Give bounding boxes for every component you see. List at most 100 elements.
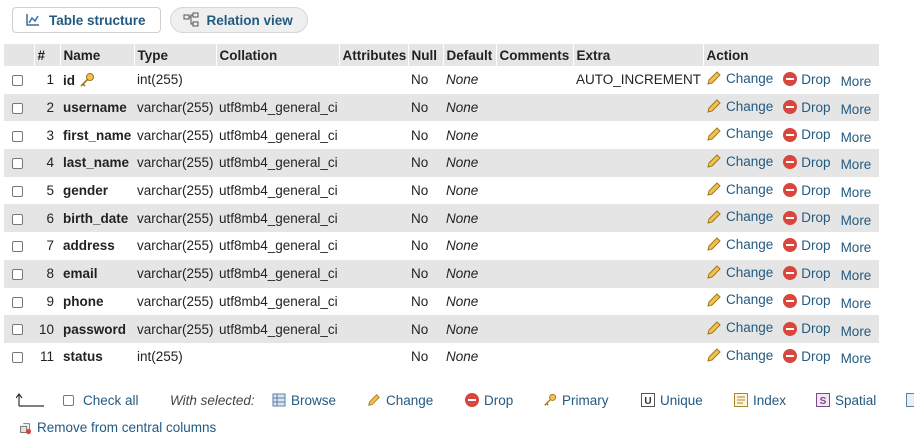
row-checkbox[interactable]: [12, 352, 23, 364]
change-button[interactable]: Change: [706, 320, 773, 336]
row-select[interactable]: [4, 177, 34, 205]
table-row[interactable]: 10 password varchar(255) utf8mb4_general_ci…: [4, 315, 879, 343]
drop-label[interactable]: Drop: [801, 210, 830, 225]
change-label[interactable]: Change: [726, 154, 773, 169]
col-attributes[interactable]: Attributes: [339, 44, 409, 66]
more-label[interactable]: More: [841, 240, 872, 255]
bulk-drop-label[interactable]: Drop: [484, 393, 513, 408]
more-label[interactable]: More: [841, 157, 872, 172]
col-type[interactable]: Type: [134, 44, 217, 66]
remove-central-columns-label[interactable]: Remove from central columns: [37, 420, 216, 435]
more-button[interactable]: More: [841, 351, 872, 366]
change-label[interactable]: Change: [726, 209, 773, 224]
more-label[interactable]: More: [841, 296, 872, 311]
drop-button[interactable]: Drop: [783, 266, 831, 281]
change-button[interactable]: Change: [706, 236, 773, 252]
change-button[interactable]: Change: [706, 347, 773, 363]
tab-table-structure[interactable]: Table structure: [12, 7, 161, 33]
change-label[interactable]: Change: [726, 237, 773, 252]
more-button[interactable]: More: [841, 268, 872, 283]
more-actions-icon[interactable]: [906, 390, 914, 410]
col-name[interactable]: Name: [60, 44, 135, 66]
check-all-checkbox[interactable]: [63, 394, 74, 406]
table-row[interactable]: 4 last_name varchar(255) utf8mb4_general_ci…: [4, 149, 879, 177]
col-comments[interactable]: Comments: [496, 44, 574, 66]
drop-label[interactable]: Drop: [801, 72, 830, 87]
table-row[interactable]: 3 first_name varchar(255) utf8mb4_general_c…: [4, 121, 879, 149]
more-button[interactable]: More: [841, 324, 872, 339]
change-button[interactable]: Change: [706, 70, 773, 86]
row-checkbox[interactable]: [12, 130, 23, 142]
spatial-label[interactable]: Spatial: [835, 393, 876, 408]
row-checkbox[interactable]: [12, 213, 23, 225]
drop-button[interactable]: Drop: [783, 127, 831, 142]
change-button[interactable]: Change: [706, 153, 773, 169]
table-row[interactable]: 6 birth_date varchar(255) utf8mb4_general_c…: [4, 204, 879, 233]
table-row[interactable]: 1 id int(255) No None AUTO_INCREMENT Change Dro…: [4, 66, 879, 94]
col-null[interactable]: Null: [408, 44, 444, 66]
change-label[interactable]: Change: [726, 182, 773, 197]
table-row[interactable]: 11 status int(255) No None Change Drop More: [4, 343, 879, 371]
drop-button[interactable]: Drop: [783, 210, 831, 225]
drop-label[interactable]: Drop: [801, 321, 830, 336]
check-all[interactable]: Check all: [63, 390, 139, 410]
row-checkbox[interactable]: [12, 102, 23, 114]
change-button[interactable]: Change: [706, 292, 773, 308]
more-label[interactable]: More: [841, 324, 872, 339]
more-label[interactable]: More: [841, 268, 872, 283]
drop-button[interactable]: Drop: [783, 100, 831, 115]
change-button[interactable]: Change: [706, 264, 773, 280]
more-label[interactable]: More: [841, 130, 872, 145]
change-button[interactable]: Change: [706, 209, 773, 225]
bulk-change-button[interactable]: Change: [367, 390, 433, 410]
drop-button[interactable]: Drop: [783, 349, 831, 364]
more-button[interactable]: More: [841, 240, 872, 255]
col-default[interactable]: Default: [443, 44, 497, 66]
index-button[interactable]: Index: [734, 390, 786, 410]
drop-label[interactable]: Drop: [801, 183, 830, 198]
more-button[interactable]: More: [841, 296, 872, 311]
more-button[interactable]: More: [841, 213, 872, 228]
drop-button[interactable]: Drop: [783, 321, 831, 336]
row-checkbox[interactable]: [12, 269, 23, 281]
col-collation[interactable]: Collation: [216, 44, 340, 66]
check-all-label[interactable]: Check all: [83, 393, 139, 408]
drop-button[interactable]: Drop: [783, 238, 831, 253]
row-select[interactable]: [4, 259, 34, 288]
table-row[interactable]: 2 username varchar(255) utf8mb4_general_ci N…: [4, 93, 879, 122]
row-checkbox[interactable]: [12, 241, 23, 253]
drop-label[interactable]: Drop: [801, 127, 830, 142]
bulk-change-label[interactable]: Change: [386, 393, 433, 408]
primary-button[interactable]: Primary: [543, 390, 609, 410]
change-label[interactable]: Change: [726, 265, 773, 280]
primary-label[interactable]: Primary: [562, 393, 609, 408]
unique-button[interactable]: U Unique: [641, 390, 703, 410]
drop-label[interactable]: Drop: [801, 266, 830, 281]
table-row[interactable]: 7 address varchar(255) utf8mb4_general_ci No…: [4, 232, 879, 260]
change-label[interactable]: Change: [726, 126, 773, 141]
more-label[interactable]: More: [841, 102, 872, 117]
drop-label[interactable]: Drop: [801, 293, 830, 308]
change-label[interactable]: Change: [726, 348, 773, 363]
more-button[interactable]: More: [841, 130, 872, 145]
more-button[interactable]: More: [841, 185, 872, 200]
col-num[interactable]: #: [34, 44, 61, 66]
more-button[interactable]: More: [841, 157, 872, 172]
row-select[interactable]: [4, 232, 34, 260]
change-label[interactable]: Change: [726, 99, 773, 114]
drop-button[interactable]: Drop: [783, 293, 831, 308]
row-checkbox[interactable]: [12, 75, 23, 87]
drop-button[interactable]: Drop: [783, 72, 831, 87]
drop-button[interactable]: Drop: [783, 183, 831, 198]
change-label[interactable]: Change: [726, 71, 773, 86]
drop-label[interactable]: Drop: [801, 238, 830, 253]
unique-label[interactable]: Unique: [660, 393, 703, 408]
tab-relation-view[interactable]: Relation view: [169, 7, 308, 33]
row-select[interactable]: [4, 93, 34, 122]
table-row[interactable]: 5 gender varchar(255) utf8mb4_general_ci No N…: [4, 177, 879, 205]
change-label[interactable]: Change: [726, 320, 773, 335]
drop-label[interactable]: Drop: [801, 100, 830, 115]
table-row[interactable]: 9 phone varchar(255) utf8mb4_general_ci No No…: [4, 288, 879, 316]
row-checkbox[interactable]: [12, 324, 23, 336]
browse-label[interactable]: Browse: [291, 393, 336, 408]
